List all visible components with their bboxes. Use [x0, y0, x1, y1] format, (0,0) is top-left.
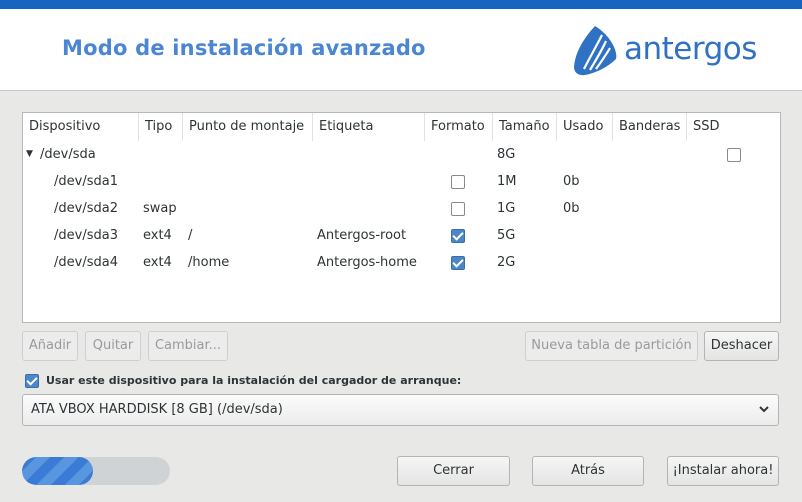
cell-device: /dev/sda3 — [54, 228, 118, 243]
column-header-mount[interactable]: Punto de montaje — [183, 113, 313, 141]
change-partition-button[interactable]: Cambiar... — [148, 331, 228, 361]
cell-size: 5G — [497, 228, 516, 243]
antergos-logo: antergos — [570, 23, 780, 83]
column-header-format[interactable]: Formato — [425, 113, 493, 141]
cell-size: 2G — [497, 255, 516, 270]
format-checkbox[interactable] — [451, 229, 465, 243]
cell-size: 1G — [497, 201, 516, 216]
table-row[interactable]: /dev/sda1 1M 0b — [23, 168, 780, 195]
logo-text: antergos — [624, 31, 757, 67]
add-partition-button[interactable]: Añadir — [22, 331, 78, 361]
ssd-checkbox[interactable] — [727, 148, 741, 162]
column-header-ssd[interactable]: SSD — [687, 113, 780, 141]
table-row[interactable]: /dev/sda4 ext4 /home Antergos-home 2G — [23, 249, 780, 276]
install-progress-bar — [22, 457, 170, 485]
chevron-down-icon — [759, 406, 769, 413]
cell-size: 1M — [497, 174, 517, 189]
cell-mount: / — [188, 228, 193, 243]
back-button[interactable]: Atrás — [532, 456, 644, 486]
selected-device: ATA VBOX HARDDISK [8 GB] (/dev/sda) — [31, 402, 283, 417]
undo-button[interactable]: Deshacer — [704, 331, 779, 361]
install-now-button[interactable]: ¡Instalar ahora! — [667, 456, 779, 486]
column-header-size[interactable]: Tamaño — [493, 113, 557, 141]
column-header-label[interactable]: Etiqueta — [313, 113, 425, 141]
table-row[interactable]: /dev/sda2 swap 1G 0b — [23, 195, 780, 222]
format-checkbox[interactable] — [451, 256, 465, 270]
column-header-flags[interactable]: Banderas — [613, 113, 687, 141]
cell-type: swap — [143, 201, 177, 216]
cell-device: /dev/sda4 — [54, 255, 118, 270]
expander-arrow-icon[interactable]: ▼ — [26, 141, 38, 168]
partition-table[interactable]: Dispositivo Tipo Punto de montaje Etique… — [22, 112, 781, 323]
cell-label: Antergos-home — [317, 255, 417, 270]
cell-size: 8G — [497, 147, 516, 162]
cell-device: /dev/sda — [40, 147, 96, 162]
bootloader-label[interactable]: Usar este dispositivo para la instalació… — [46, 373, 461, 389]
table-header: Dispositivo Tipo Punto de montaje Etique… — [23, 113, 780, 141]
column-header-device[interactable]: Dispositivo — [23, 113, 139, 141]
table-row[interactable]: /dev/sda3 ext4 / Antergos-root 5G — [23, 222, 780, 249]
antergos-logo-icon — [574, 26, 617, 76]
cell-mount: /home — [188, 255, 230, 270]
format-checkbox[interactable] — [451, 175, 465, 189]
cell-used: 0b — [563, 174, 580, 189]
close-button[interactable]: Cerrar — [397, 456, 510, 486]
bootloader-device-select[interactable]: ATA VBOX HARDDISK [8 GB] (/dev/sda) — [22, 394, 779, 426]
page-title: Modo de instalación avanzado — [62, 36, 426, 60]
column-header-used[interactable]: Usado — [557, 113, 613, 141]
cell-device: /dev/sda1 — [54, 174, 118, 189]
bootloader-checkbox[interactable] — [25, 374, 39, 388]
new-partition-table-button[interactable]: Nueva tabla de partición — [525, 331, 698, 361]
header: Modo de instalación avanzado antergos — [0, 9, 802, 91]
format-checkbox[interactable] — [451, 202, 465, 216]
progress-fill — [22, 457, 94, 485]
remove-partition-button[interactable]: Quitar — [85, 331, 141, 361]
cell-used: 0b — [563, 201, 580, 216]
cell-device: /dev/sda2 — [54, 201, 118, 216]
top-accent-bar — [0, 0, 802, 9]
cell-label: Antergos-root — [317, 228, 407, 243]
cell-type: ext4 — [143, 228, 172, 243]
cell-type: ext4 — [143, 255, 172, 270]
column-header-type[interactable]: Tipo — [139, 113, 183, 141]
table-row[interactable]: ▼ /dev/sda 8G — [23, 141, 780, 168]
